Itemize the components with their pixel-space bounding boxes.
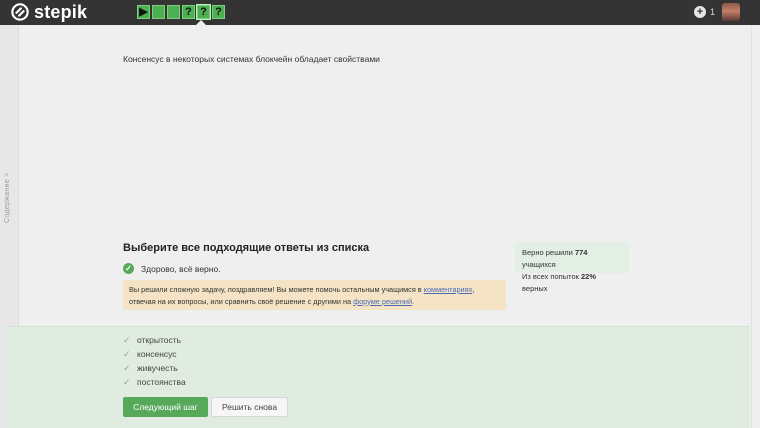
lesson-steps: ▶ ? ? ? (137, 4, 225, 20)
result-text: Здорово, всё верно. (141, 263, 221, 274)
plus-icon: + (694, 6, 706, 18)
step-5-quiz-current[interactable]: ? (196, 4, 211, 20)
retry-button[interactable]: Решить снова (211, 397, 288, 417)
next-step-button[interactable]: Следующий шаг (123, 397, 208, 417)
notification-count: 1 (710, 7, 716, 17)
answer-option-label: открытость (137, 335, 182, 345)
step-1-video-icon[interactable]: ▶ (137, 5, 150, 19)
solve-stats: Верно решили 774 учащихся Из всех попыто… (515, 242, 629, 293)
answer-option[interactable]: ✓ консенсус (123, 349, 177, 359)
solutions-forum-link[interactable]: форуме решений (353, 297, 412, 306)
alert-text-part1: Вы решили сложную задачу, поздравляем! В… (129, 285, 424, 294)
answer-option[interactable]: ✓ постоянства (123, 377, 186, 387)
step-4-quiz[interactable]: ? (182, 5, 195, 19)
answer-option[interactable]: ✓ открытость (123, 335, 181, 345)
answer-option-label: постоянства (137, 377, 186, 387)
question-text: Консенсус в некоторых системах блокчейн … (123, 54, 380, 64)
top-navigation-bar: stepik ▶ ? ? ? + 1 (0, 0, 760, 25)
answer-option-label: живучесть (137, 363, 178, 373)
sidebar-label: Содержание > (4, 172, 11, 223)
checkmark-icon: ✓ (123, 335, 131, 345)
result-status: ✓ Здорово, всё верно. (123, 263, 221, 274)
solved-count: 774 (574, 248, 588, 257)
correct-percent: 22% (580, 272, 596, 281)
alert-text-part3: . (412, 296, 415, 306)
user-avatar[interactable] (722, 3, 740, 21)
answer-option[interactable]: ✓ живучесть (123, 363, 178, 373)
page-scrollbar[interactable] (751, 25, 760, 428)
comments-link[interactable]: комментариях (424, 285, 473, 294)
notifications-button[interactable]: + 1 (694, 6, 715, 18)
stepik-logo-icon (11, 3, 29, 21)
step-6-quiz[interactable]: ? (212, 5, 225, 19)
answer-option-label: консенсус (137, 349, 177, 359)
stepik-logo[interactable]: stepik (11, 3, 87, 21)
step-2[interactable] (152, 5, 165, 19)
step-3[interactable] (167, 5, 180, 19)
check-circle-icon: ✓ (123, 263, 134, 274)
congrats-alert: Вы решили сложную задачу, поздравляем! В… (123, 280, 506, 310)
checkmark-icon: ✓ (123, 363, 131, 373)
checkmark-icon: ✓ (123, 349, 131, 359)
stats-line-solved: Верно решили 774 учащихся (522, 248, 588, 269)
stats-line-percent: Из всех попыток 22% верных (522, 272, 596, 293)
task-heading: Выберите все подходящие ответы из списка (123, 242, 370, 254)
app-name: stepik (34, 2, 88, 22)
answers-panel (5, 326, 750, 428)
current-step-pointer (196, 20, 206, 25)
checkmark-icon: ✓ (123, 377, 131, 387)
